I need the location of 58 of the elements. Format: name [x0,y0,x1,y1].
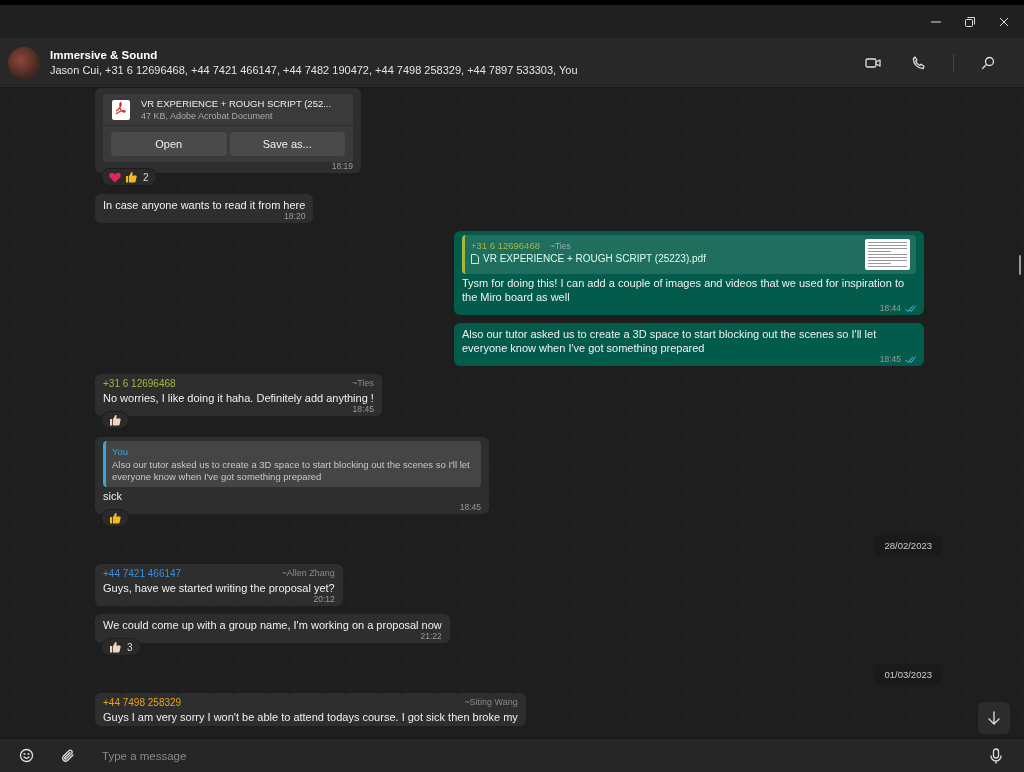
reaction-pill[interactable]: 2 [101,168,157,186]
search-icon [981,55,995,70]
save-as-button[interactable]: Save as... [229,132,345,156]
message-time: 18:19 [331,161,353,171]
sender-number: +44 7421 466147 [103,568,182,579]
scroll-down-button[interactable] [978,702,1010,734]
message-text: Guys I am very sorry I won't be able to attend todays course. I got sick then broke my [103,710,518,724]
message-text: No worries, I like doing it haha. Definitely add anything ! [103,391,374,405]
pdf-file-icon [111,98,131,121]
participants-list: Jason Cui, +31 6 12696468, +44 7421 466147, +44 7482 190472, +44 7498 258329, +44 7897 533303, You [50,64,845,76]
sender-number: +31 6 12696468 [103,378,176,389]
sender-name: ~Ties [351,378,374,389]
message-time: 18:45 [459,502,481,512]
date-separator: 28/02/2023 [875,535,941,556]
quoted-message[interactable]: You Also our tutor asked us to create a 3D space to start blocking out the scenes so I'll let everyone know when I've got something prepared [103,441,481,487]
file-name: VR EXPERIENCE + ROUGH SCRIPT (252... [141,98,332,109]
open-button[interactable]: Open [111,132,227,156]
close-icon [999,16,1009,27]
message-time: 20:12 [313,594,335,604]
sender-name: ~Siting Wang [464,697,518,708]
chat-title: Immersive & Sound [50,49,159,61]
message-time: 18:45 [879,354,901,364]
paperclip-icon [61,748,75,763]
message-text: Tysm for doing this! I can add a couple of images and videos that we used for inspiration to the Miro board as well [462,276,906,304]
phone-icon [912,55,926,70]
date-separator: 01/03/2023 [875,664,941,685]
quoted-file-name: VR EXPERIENCE + ROUGH SCRIPT (25223).pdf [471,253,706,264]
message-time: 18:20 [284,211,306,221]
document-thumbnail [865,239,910,270]
smiley-icon [18,748,34,763]
reaction-count: 2 [143,171,149,183]
microphone-icon [990,747,1002,764]
file-details: 47 KB, Adobe Acrobat Document [141,111,274,121]
quoted-text: Also our tutor asked us to create a 3D space to start blocking out the scenes so I'll let everyone know when I've got something prepared [112,459,471,483]
message-text: In case anyone wants to read it from here [103,198,306,212]
arrow-down-icon [987,711,1001,725]
message-time: 18:45 [352,404,374,414]
restore-icon [965,16,975,27]
message-composer[interactable]: Type a message [0,738,1024,772]
quote-author-name: ~Ties [549,241,571,251]
reaction-count: 3 [127,641,133,653]
message-text: Guys, have we started writing the proposal yet? [103,581,335,595]
quote-author: +31 6 12696468 [471,240,540,251]
reaction-pill[interactable]: 3 [101,638,141,656]
quoted-message[interactable]: +31 6 12696468 ~Ties VR EXPERIENCE + ROUGH SCRIPT (25223).pdf [462,235,916,274]
quote-author: You [112,446,129,457]
message-text: sick [103,489,123,503]
reaction-pill[interactable] [101,509,129,527]
message-text: We could come up with a group name, I'm working on a proposal now [103,618,442,632]
video-camera-icon [865,56,881,69]
sender-number: +44 7498 258329 [103,697,182,708]
sender-name: ~Allen Zhang [281,568,335,579]
reaction-pill[interactable] [101,411,129,429]
document-icon [471,253,479,264]
message-time: 21:22 [420,631,442,641]
scrollbar-thumb[interactable] [1019,255,1021,275]
message-text: Also our tutor asked us to create a 3D space to start blocking out the scenes so I'll let everyone know when I've got something prepared [462,327,878,355]
message-time: 18:44 [879,303,901,313]
